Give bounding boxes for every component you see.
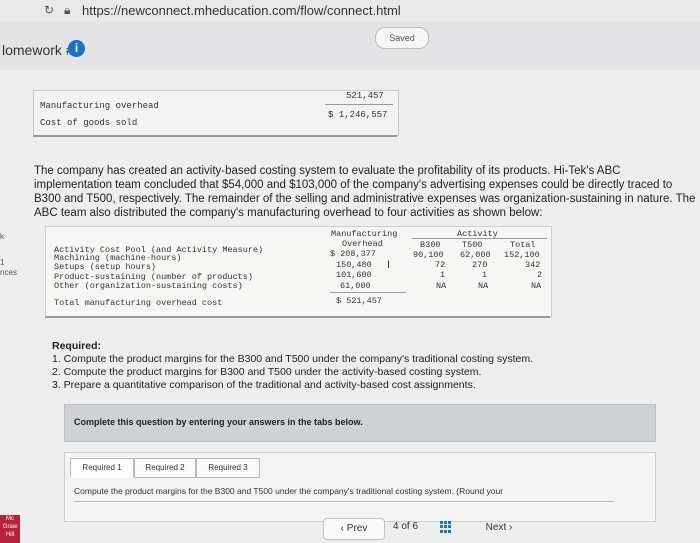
current-page: 4: [393, 521, 399, 532]
table-row-pool: Other (organization-sustaining costs): [54, 281, 243, 291]
reload-icon[interactable]: ↻: [44, 3, 58, 17]
table-row-overhead: 61,000: [340, 281, 371, 291]
table-row-t500: 1: [482, 270, 488, 280]
info-icon[interactable]: i: [68, 40, 85, 57]
side-marker: k: [0, 232, 4, 241]
table-row-total: NA: [531, 281, 542, 291]
table-row-overhead: $ 208,377: [330, 249, 376, 259]
cutoff-text-line: [74, 500, 614, 504]
text-cursor-icon: I: [387, 259, 391, 271]
column-header-overhead: Overhead: [342, 239, 383, 249]
chevron-right-icon: ›: [509, 522, 513, 533]
next-label: Next: [485, 522, 507, 533]
saved-status-button[interactable]: Saved: [375, 27, 429, 49]
divider: [330, 292, 406, 293]
table-row-pool: Total manufacturing overhead cost: [54, 298, 223, 308]
table-row-b300: 90,100: [413, 250, 444, 260]
divider: [412, 238, 547, 239]
column-header-total: Total: [510, 240, 536, 250]
side-marker: nces: [0, 268, 17, 277]
table-row-t500: NA: [478, 281, 489, 291]
table-row-t500: 62,000: [460, 250, 491, 260]
browser-address-bar[interactable]: ↻ 🔒︎ https://newconnect.mheducation.com/…: [0, 0, 700, 23]
column-header-t500: T500: [462, 240, 483, 250]
table-row-pool: Setups (setup hours): [54, 262, 157, 272]
tab-required-3[interactable]: Required 3: [196, 458, 260, 478]
page-indicator: 4 of 6: [393, 521, 418, 532]
table-row-value: $ 1,246,557: [328, 110, 388, 120]
url-text[interactable]: https://newconnect.mheducation.com/flow/…: [82, 3, 401, 18]
tab-required-1[interactable]: Required 1: [70, 458, 134, 478]
required-item: 1. Compute the product margins for the B…: [52, 353, 533, 365]
table-row-b300: 1: [440, 270, 446, 280]
required-heading: Required:: [52, 340, 102, 352]
problem-description: The company has created an activity-base…: [34, 165, 696, 219]
tab-required-2[interactable]: Required 2: [134, 458, 196, 478]
required-item: 3. Prepare a quantitative comparison of …: [52, 379, 476, 391]
table-row-label: Cost of goods sold: [40, 118, 138, 128]
divider: [45, 316, 550, 318]
page-of-label: of: [401, 521, 410, 532]
assignment-header: [0, 22, 700, 70]
table-row-t500: 270: [472, 260, 488, 270]
column-header-manufacturing: Manufacturing: [331, 229, 398, 239]
question-grid-icon[interactable]: [440, 521, 452, 533]
divider: [325, 104, 393, 105]
required-section: Required: 1. Compute the product margins…: [52, 340, 682, 392]
table-row-total: 152,100: [504, 250, 540, 260]
table-row-overhead: 150,480: [336, 260, 372, 270]
tab-instructions: Compute the product margins for the B300…: [74, 486, 504, 496]
column-header-b300: B300: [420, 240, 441, 250]
lock-icon: 🔒︎: [64, 3, 71, 17]
table-row-b300: 72: [435, 260, 446, 270]
prev-button[interactable]: ‹ Prev: [323, 518, 385, 540]
required-item: 2. Compute the product margins for B300 …: [52, 366, 482, 378]
mcgraw-hill-logo: Mc Graw Hill: [0, 515, 20, 543]
table-row-total: 342: [525, 260, 541, 270]
table-row-value: 521,457: [346, 91, 384, 101]
chevron-left-icon: ‹: [340, 523, 344, 534]
table-row-label: Manufacturing overhead: [40, 101, 159, 111]
table-row-total: 2: [537, 270, 543, 280]
instructions-text: Complete this question by entering your …: [74, 417, 363, 427]
side-marker: 1: [0, 258, 5, 267]
total-pages: 6: [412, 521, 419, 532]
prev-label: Prev: [346, 523, 368, 534]
divider: [33, 135, 397, 137]
table-row-overhead: 101,600: [336, 270, 372, 280]
next-button[interactable]: Next ›: [470, 518, 528, 538]
table-row-b300: NA: [436, 281, 447, 291]
table-row-overhead: $ 521,457: [336, 296, 382, 306]
